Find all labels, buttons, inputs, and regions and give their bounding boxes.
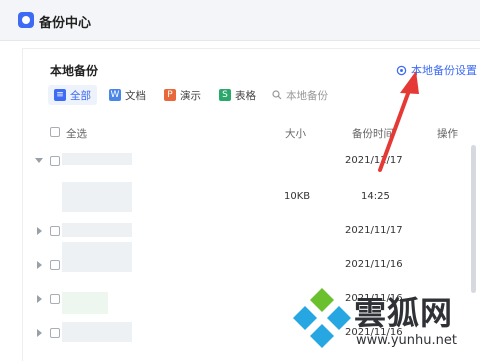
filter-ppt[interactable]: P 演示 bbox=[158, 85, 207, 105]
file-thumbnail bbox=[62, 242, 132, 272]
row-time: 2021/11/17 bbox=[345, 225, 403, 236]
ppt-icon: P bbox=[164, 89, 176, 101]
section-title: 本地备份 bbox=[50, 64, 99, 78]
sheet-icon: S bbox=[219, 89, 231, 101]
select-all-checkbox[interactable] bbox=[50, 127, 60, 137]
table-row[interactable]: 2021/11/17 bbox=[34, 152, 464, 170]
row-size: 10KB bbox=[284, 191, 311, 202]
filter-label: 文档 bbox=[125, 89, 146, 102]
file-thumbnail bbox=[62, 292, 108, 314]
table-row[interactable]: 2021/11/16 bbox=[34, 242, 464, 274]
local-backup-settings-link[interactable]: 本地备份设置 bbox=[396, 62, 477, 78]
row-time: 2021/11/16 bbox=[345, 259, 403, 270]
search-icon bbox=[272, 90, 282, 100]
row-checkbox[interactable] bbox=[50, 328, 60, 338]
filter-sheet[interactable]: S 表格 bbox=[213, 85, 262, 105]
filter-label: 表格 bbox=[235, 89, 256, 102]
scrollbar[interactable] bbox=[471, 145, 476, 293]
expand-arrow-icon[interactable] bbox=[37, 261, 42, 269]
filter-label: 演示 bbox=[180, 89, 201, 102]
file-thumbnail bbox=[62, 223, 132, 237]
search-placeholder: 本地备份 bbox=[286, 89, 328, 102]
row-checkbox[interactable] bbox=[50, 156, 60, 166]
settings-link-label: 本地备份设置 bbox=[411, 64, 477, 77]
row-time: 14:25 bbox=[361, 191, 390, 202]
table-header: 全选 大小 备份时间 操作 bbox=[48, 126, 468, 140]
file-thumbnail bbox=[62, 153, 132, 165]
collapse-arrow-icon[interactable] bbox=[35, 158, 43, 163]
expand-arrow-icon[interactable] bbox=[37, 227, 42, 235]
filter-doc[interactable]: W 文档 bbox=[103, 85, 152, 105]
list-icon: ≡ bbox=[54, 89, 66, 101]
file-type-filters: ≡ 全部 W 文档 P 演示 S 表格 本地备份 bbox=[48, 85, 328, 105]
filter-all[interactable]: ≡ 全部 bbox=[48, 85, 97, 105]
settings-gear-icon bbox=[396, 65, 407, 75]
select-all-label: 全选 bbox=[66, 128, 87, 140]
file-thumbnail bbox=[62, 322, 132, 342]
row-checkbox[interactable] bbox=[50, 294, 60, 304]
row-time: 2021/11/17 bbox=[345, 155, 403, 166]
row-checkbox[interactable] bbox=[50, 226, 60, 236]
filter-label: 全部 bbox=[70, 89, 91, 102]
file-thumbnail bbox=[62, 182, 132, 212]
expand-arrow-icon[interactable] bbox=[37, 329, 42, 337]
backup-app-icon bbox=[18, 12, 34, 28]
expand-arrow-icon[interactable] bbox=[37, 295, 42, 303]
table-row[interactable]: 2021/11/17 bbox=[34, 222, 464, 240]
doc-icon: W bbox=[109, 89, 121, 101]
column-backup-time: 备份时间 bbox=[352, 128, 394, 140]
watermark-url: www.yunhu.net bbox=[356, 333, 457, 348]
title-bar: 备份中心 bbox=[0, 0, 480, 41]
column-action: 操作 bbox=[437, 128, 458, 140]
watermark-text: 雲狐网 bbox=[354, 294, 454, 332]
row-checkbox[interactable] bbox=[50, 260, 60, 270]
table-row[interactable]: 10KB 14:25 bbox=[34, 182, 464, 214]
search-input[interactable]: 本地备份 bbox=[272, 88, 328, 103]
column-size: 大小 bbox=[285, 128, 306, 140]
app-title: 备份中心 bbox=[39, 16, 92, 31]
